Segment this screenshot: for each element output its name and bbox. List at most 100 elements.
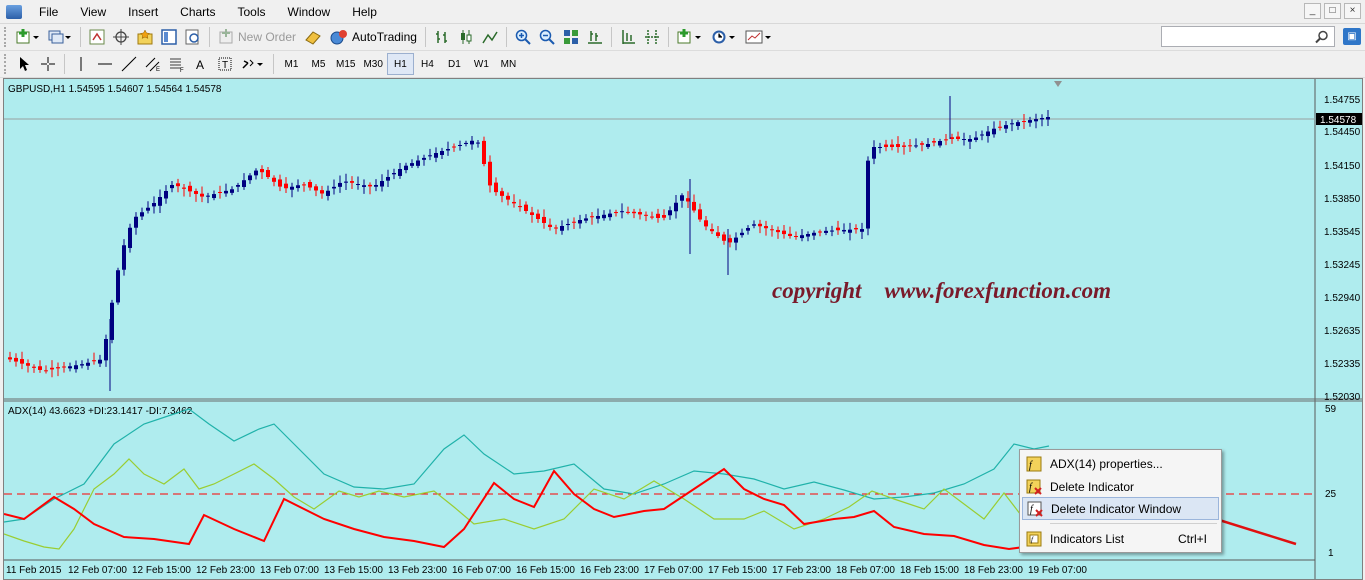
search-icon[interactable] [1315, 30, 1329, 44]
new-order-button[interactable]: New Order [214, 26, 300, 48]
fibonacci-button[interactable]: F [165, 53, 189, 75]
chat-icon[interactable]: ▣ [1343, 28, 1361, 45]
candle-body [218, 191, 222, 193]
restore-button[interactable]: □ [1324, 3, 1341, 19]
magnifier-doc-icon [185, 29, 199, 45]
data-window-button[interactable] [109, 26, 133, 48]
toolbar-separator [424, 27, 426, 47]
toolbar-grip[interactable] [4, 27, 8, 47]
timeframe-w1[interactable]: W1 [468, 53, 495, 75]
text-button[interactable]: A [189, 53, 213, 75]
line-chart-button[interactable] [478, 26, 502, 48]
candle-body [992, 128, 996, 135]
timeframe-d1[interactable]: D1 [441, 53, 468, 75]
candle-body [626, 211, 630, 213]
candle-body [656, 213, 660, 218]
candle-body [332, 186, 336, 189]
candle-body [530, 212, 534, 215]
timeframe-m15[interactable]: M15 [332, 53, 359, 75]
price-tick: 1.53245 [1324, 260, 1361, 271]
candle-body [500, 191, 504, 196]
market-watch-button[interactable] [85, 26, 109, 48]
timeframe-h1[interactable]: H1 [386, 53, 414, 75]
close-button[interactable]: × [1344, 3, 1361, 19]
tile-windows-button[interactable] [559, 26, 583, 48]
date-label: 12 Feb 23:00 [196, 565, 255, 576]
strategy-tester-button[interactable] [181, 26, 205, 48]
timeframe-mn[interactable]: MN [495, 53, 522, 75]
candlestick-button[interactable] [454, 26, 478, 48]
navigator-button[interactable] [133, 26, 157, 48]
menu-charts[interactable]: Charts [169, 0, 226, 24]
candle-body [80, 364, 84, 366]
cursor-button[interactable] [12, 53, 36, 75]
horizontal-line-button[interactable] [93, 53, 117, 75]
menu-help[interactable]: Help [341, 0, 388, 24]
menu-view[interactable]: View [69, 0, 117, 24]
menu-tools[interactable]: Tools [227, 0, 277, 24]
candle-body [14, 357, 18, 362]
templates-button[interactable] [741, 26, 777, 48]
candle-body [596, 216, 600, 219]
date-label: 13 Feb 15:00 [324, 565, 383, 576]
candle-body [398, 169, 402, 176]
terminal-button[interactable] [157, 26, 181, 48]
candle-body [950, 137, 954, 139]
search-input[interactable] [1161, 26, 1335, 47]
menu-window[interactable]: Window [277, 0, 342, 24]
profiles-button[interactable] [44, 26, 76, 48]
candle-body [884, 144, 888, 147]
date-label: 12 Feb 07:00 [68, 565, 127, 576]
toolbar-grip[interactable] [4, 54, 8, 74]
candle-body [92, 360, 96, 362]
svg-text:F: F [180, 68, 184, 72]
menu-file[interactable]: File [28, 0, 69, 24]
candle-body [692, 201, 696, 211]
candle-body [938, 141, 942, 146]
trendline-button[interactable] [117, 53, 141, 75]
arrows-button[interactable] [237, 53, 269, 75]
new-chart-button[interactable] [12, 26, 44, 48]
timeframe-m30[interactable]: M30 [359, 53, 386, 75]
menu-item-delete-indicator[interactable]: f Delete Indicator [1022, 475, 1219, 498]
menu-item-properties[interactable]: f ADX(14) properties... [1022, 452, 1219, 475]
app-icon[interactable] [6, 4, 22, 19]
zoom-in-button[interactable] [511, 26, 535, 48]
zoom-out-button[interactable] [535, 26, 559, 48]
bar-chart-button[interactable] [430, 26, 454, 48]
chart-shift-marker[interactable] [1054, 81, 1062, 87]
timeframe-m1[interactable]: M1 [278, 53, 305, 75]
candle-body [428, 155, 432, 157]
candle-body [716, 232, 720, 236]
equidistant-channel-button[interactable]: E [141, 53, 165, 75]
menu-item-delete-indicator-window[interactable]: f Delete Indicator Window [1022, 497, 1219, 520]
metaeditor-button[interactable] [300, 26, 326, 48]
vertical-line-button[interactable] [69, 53, 93, 75]
auto-scroll-button[interactable] [583, 26, 607, 48]
new-order-icon [219, 29, 233, 44]
candle-body [200, 193, 204, 197]
candle-body [176, 183, 180, 187]
text-label-button[interactable]: T [213, 53, 237, 75]
candle-body [974, 137, 978, 140]
candle-body [860, 229, 864, 232]
price-tick: 1.54150 [1324, 161, 1361, 172]
autotrading-button[interactable]: AutoTrading [326, 26, 421, 48]
chart-shift-button[interactable] [616, 26, 640, 48]
candle-body [254, 170, 258, 176]
candle-body [686, 198, 690, 202]
indicators-button[interactable] [673, 26, 707, 48]
minimize-button[interactable]: _ [1304, 3, 1321, 19]
candle-body [602, 214, 606, 219]
candle-body [488, 161, 492, 186]
periods-button[interactable] [707, 26, 741, 48]
candle-body [458, 145, 462, 146]
menu-item-indicators-list[interactable]: f Indicators List Ctrl+I [1022, 527, 1219, 550]
timeframe-m5[interactable]: M5 [305, 53, 332, 75]
price-tick: 1.52335 [1324, 359, 1361, 370]
crosshair-button[interactable] [36, 53, 60, 75]
period-separators-button[interactable] [640, 26, 664, 48]
menu-insert[interactable]: Insert [117, 0, 169, 24]
timeframe-h4[interactable]: H4 [414, 53, 441, 75]
candle-body [998, 126, 1002, 128]
